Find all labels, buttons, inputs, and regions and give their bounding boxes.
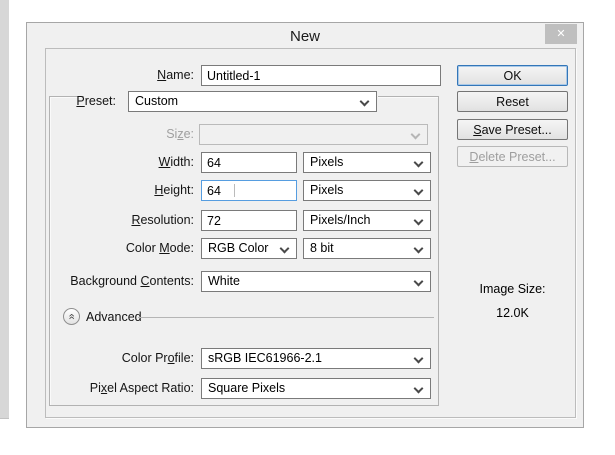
width-label: Width: xyxy=(27,152,194,173)
chevron-down-icon xyxy=(360,97,370,107)
name-input[interactable] xyxy=(201,65,441,86)
new-document-dialog: New ✕ Name: Preset: Custom Size: Width: … xyxy=(26,22,584,428)
background-contents-label: Background Contents: xyxy=(27,271,194,292)
background-contents-value: White xyxy=(208,272,240,291)
pixel-aspect-ratio-select[interactable]: Square Pixels xyxy=(201,378,431,399)
close-button[interactable]: ✕ xyxy=(545,24,577,44)
chevron-down-icon xyxy=(414,216,424,226)
delete-preset-button: Delete Preset... xyxy=(457,146,568,167)
pixel-aspect-ratio-label: Pixel Aspect Ratio: xyxy=(27,378,194,399)
width-unit-select[interactable]: Pixels xyxy=(303,152,431,173)
background-contents-select[interactable]: White xyxy=(201,271,431,292)
preset-value: Custom xyxy=(135,92,178,111)
resolution-unit-select[interactable]: Pixels/Inch xyxy=(303,210,431,231)
page-edge-strip xyxy=(0,0,9,419)
close-icon: ✕ xyxy=(556,29,565,40)
height-input[interactable] xyxy=(201,180,297,201)
advanced-collapse-button[interactable]: « xyxy=(63,308,80,325)
name-label: Name: xyxy=(27,65,194,86)
dialog-title: New xyxy=(27,28,583,45)
color-mode-label: Color Mode: xyxy=(27,238,194,259)
chevron-down-icon xyxy=(414,186,424,196)
width-input[interactable] xyxy=(201,152,297,173)
resolution-input[interactable] xyxy=(201,210,297,231)
resolution-unit-value: Pixels/Inch xyxy=(310,211,370,230)
chevron-down-icon xyxy=(280,244,290,254)
advanced-section-label: Advanced xyxy=(86,309,142,325)
image-size-value: 12.0K xyxy=(457,306,568,320)
text-caret xyxy=(234,184,235,197)
preset-select[interactable]: Custom xyxy=(128,91,377,112)
ok-button[interactable]: OK xyxy=(457,65,568,86)
preset-label: Preset: xyxy=(27,91,116,112)
chevron-down-icon xyxy=(414,384,424,394)
collapse-chevrons-icon: « xyxy=(66,313,77,319)
size-label: Size: xyxy=(27,124,194,145)
advanced-divider xyxy=(138,317,434,318)
chevron-down-icon xyxy=(411,130,421,140)
color-profile-select[interactable]: sRGB IEC61966-2.1 xyxy=(201,348,431,369)
height-unit-select[interactable]: Pixels xyxy=(303,180,431,201)
pixel-aspect-ratio-value: Square Pixels xyxy=(208,379,285,398)
height-label: Height: xyxy=(27,180,194,201)
chevron-down-icon xyxy=(414,354,424,364)
size-select xyxy=(199,124,428,145)
chevron-down-icon xyxy=(414,277,424,287)
color-profile-value: sRGB IEC61966-2.1 xyxy=(208,349,322,368)
image-size-label: Image Size: xyxy=(457,282,568,296)
color-mode-value: RGB Color xyxy=(208,239,268,258)
bit-depth-value: 8 bit xyxy=(310,239,334,258)
chevron-down-icon xyxy=(414,158,424,168)
save-preset-button[interactable]: Save Preset... xyxy=(457,119,568,140)
color-mode-select[interactable]: RGB Color xyxy=(201,238,297,259)
reset-button[interactable]: Reset xyxy=(457,91,568,112)
chevron-down-icon xyxy=(414,244,424,254)
bit-depth-select[interactable]: 8 bit xyxy=(303,238,431,259)
height-unit-value: Pixels xyxy=(310,181,343,200)
width-unit-value: Pixels xyxy=(310,153,343,172)
resolution-label: Resolution: xyxy=(27,210,194,231)
color-profile-label: Color Profile: xyxy=(27,348,194,369)
